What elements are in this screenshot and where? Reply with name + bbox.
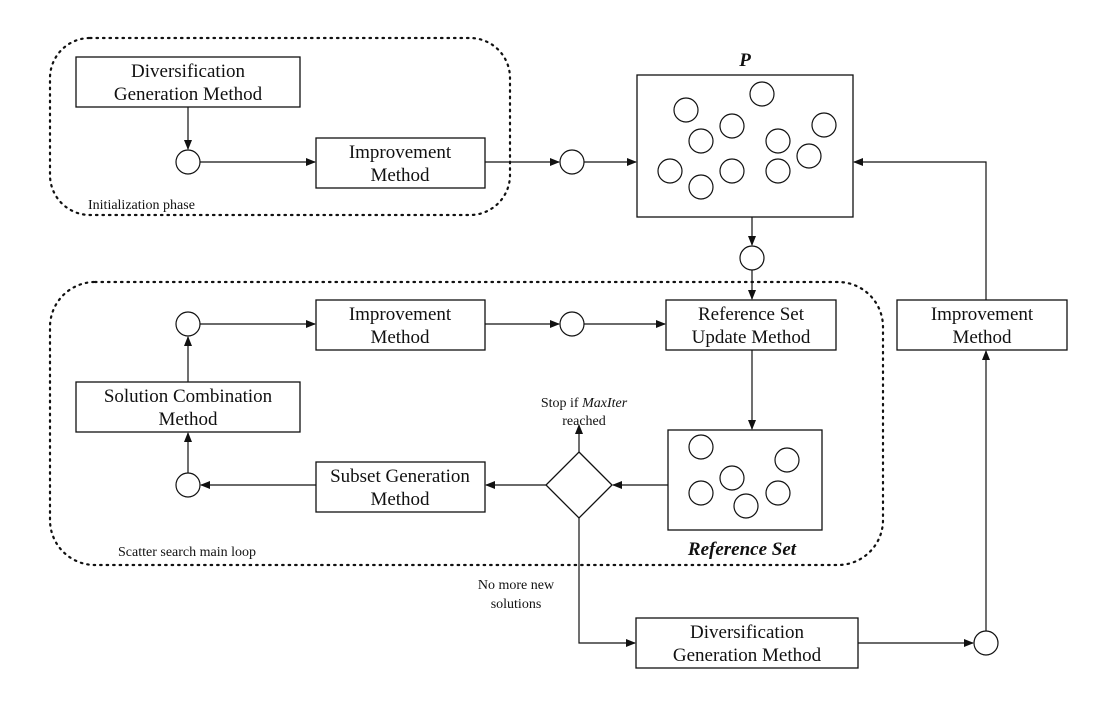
subset-generation-box: Subset Generation Method <box>315 461 486 513</box>
svg-text:P: P <box>738 50 751 71</box>
svg-text:Update Method: Update Method <box>692 327 811 348</box>
svg-text:Method: Method <box>370 327 430 348</box>
solution-circle <box>749 81 775 107</box>
svg-text:Diversification: Diversification <box>131 61 245 82</box>
svg-text:Method: Method <box>370 489 430 510</box>
svg-text:Generation Method: Generation Method <box>673 645 822 666</box>
improvement-main-box: Improvement Method <box>315 299 486 351</box>
solution-circle <box>765 480 791 506</box>
solution-circle <box>688 434 714 460</box>
arrows <box>184 107 990 647</box>
solution-circle <box>811 112 837 138</box>
solution-circle <box>733 493 759 519</box>
svg-text:Reference Set: Reference Set <box>698 304 805 325</box>
ref-set-update-box: Reference Set Update Method <box>665 299 837 351</box>
population-box: P <box>636 50 854 218</box>
solution-circle <box>657 158 683 184</box>
solution-combination-box: Solution Combination Method <box>75 381 301 433</box>
stop-decision-diamond <box>545 451 613 519</box>
svg-text:Solution Combination: Solution Combination <box>104 386 273 407</box>
solution-circle <box>719 465 745 491</box>
scatter-search-diagram: Diversification Generation Method Improv… <box>0 0 1099 713</box>
div-gen-top-box: Diversification Generation Method <box>75 56 301 108</box>
svg-text:Method: Method <box>158 409 218 430</box>
main-loop-label: Scatter search main loop <box>118 545 256 560</box>
solution-circle <box>765 128 791 154</box>
reference-set-box: Reference Set <box>667 429 823 560</box>
svg-text:Reference Set: Reference Set <box>687 539 797 560</box>
solution-circle <box>719 113 745 139</box>
div-gen-bottom-box: Diversification Generation Method <box>635 617 859 669</box>
svg-text:reached: reached <box>562 414 606 429</box>
solution-circle <box>688 174 714 200</box>
no-more-label: No more new <box>478 578 555 593</box>
svg-text:Subset Generation: Subset Generation <box>330 466 470 487</box>
solution-circle <box>765 158 791 184</box>
svg-text:Generation Method: Generation Method <box>114 84 263 105</box>
solution-circle <box>774 447 800 473</box>
svg-text:Improvement: Improvement <box>349 304 452 325</box>
improvement-init-box: Improvement Method <box>315 137 486 189</box>
svg-text:Method: Method <box>370 165 430 186</box>
init-phase-label: Initialization phase <box>88 198 195 213</box>
svg-text:Diversification: Diversification <box>690 622 804 643</box>
svg-text:Method: Method <box>952 327 1012 348</box>
svg-text:Improvement: Improvement <box>349 142 452 163</box>
solution-circle <box>719 158 745 184</box>
solution-circle <box>688 128 714 154</box>
stop-label: Stop if MaxIter <box>541 396 628 411</box>
improvement-right-box: Improvement Method <box>896 299 1068 351</box>
solution-circle <box>688 480 714 506</box>
svg-text:Improvement: Improvement <box>931 304 1034 325</box>
solution-circle <box>796 143 822 169</box>
solution-circle <box>673 97 699 123</box>
svg-text:solutions: solutions <box>491 597 542 612</box>
